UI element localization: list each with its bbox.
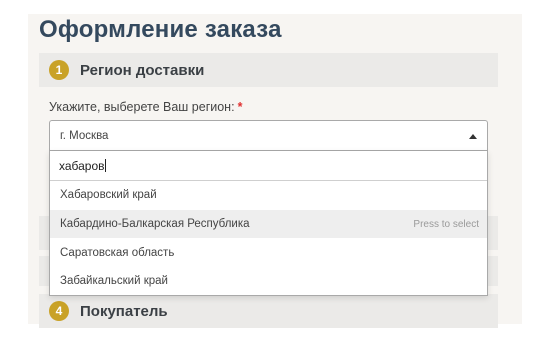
region-option[interactable]: Саратовская область	[50, 238, 487, 267]
step-number-badge: 4	[49, 301, 69, 321]
region-option[interactable]: Кабардино-Балкарская Республика Press to…	[50, 209, 487, 239]
region-option[interactable]: Хабаровский край	[50, 181, 487, 210]
step-number-badge: 1	[49, 60, 69, 80]
region-dropdown: хабаров Хабаровский край Кабардино-Балка…	[49, 151, 488, 296]
region-search-input[interactable]: хабаров	[59, 159, 105, 173]
step-title: Покупатель	[80, 302, 168, 320]
caret-up-icon[interactable]	[469, 134, 477, 139]
region-option-label: Хабаровский край	[60, 189, 157, 202]
region-option-label: Саратовская область	[60, 246, 175, 259]
step-region-header[interactable]: 1 Регион доставки	[39, 53, 498, 87]
region-option[interactable]: Забайкальский край	[50, 267, 487, 296]
step-title: Регион доставки	[80, 61, 205, 79]
press-to-select-hint: Press to select	[413, 218, 479, 230]
region-selected-value: г. Москва	[60, 129, 109, 142]
step-buyer-header[interactable]: 4 Покупатель	[39, 294, 498, 328]
region-select[interactable]: г. Москва	[49, 120, 488, 151]
required-marker: *	[237, 100, 243, 114]
region-field-label: Укажите, выберете Ваш регион: *	[49, 100, 242, 114]
text-cursor	[104, 159, 106, 172]
dropdown-search: хабаров	[50, 151, 487, 181]
region-label-text: Укажите, выберете Ваш регион:	[49, 100, 235, 114]
region-option-label: Кабардино-Балкарская Республика	[60, 218, 250, 231]
page-title: Оформление заказа	[39, 16, 282, 43]
region-option-label: Забайкальский край	[60, 275, 168, 288]
